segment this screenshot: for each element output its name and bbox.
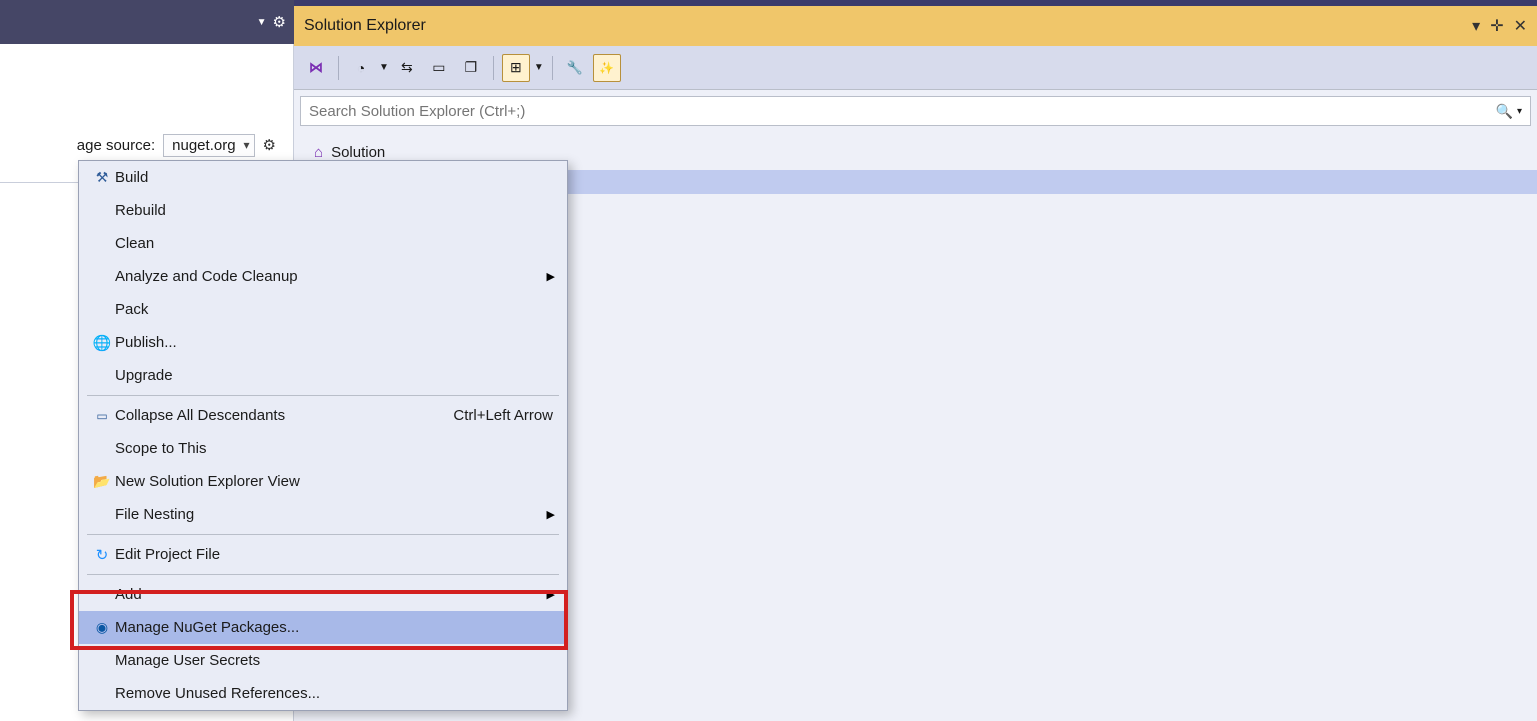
- solution-explorer-search[interactable]: 🔍 ▾: [300, 96, 1531, 126]
- context-menu: Build Rebuild Clean Analyze and Code Cleanu…: [78, 160, 568, 711]
- package-source-select[interactable]: nuget.org: [163, 134, 254, 157]
- search-icon[interactable]: 🔍: [1496, 103, 1513, 120]
- menu-item-label: Edit Project File: [115, 546, 553, 563]
- menu-item-edit-project-file[interactable]: Edit Project File: [79, 538, 567, 571]
- menu-separator: [87, 534, 559, 535]
- menu-item-label: New Solution Explorer View: [115, 473, 553, 490]
- submenu-arrow-icon: ▶: [547, 508, 555, 521]
- history-icon[interactable]: [347, 54, 375, 82]
- preview-icon[interactable]: [593, 54, 621, 82]
- menu-item-label: Add: [115, 586, 553, 603]
- solution-icon: [314, 144, 323, 161]
- toolbar-separator: [493, 56, 494, 80]
- edit-icon: [89, 546, 115, 564]
- package-source-label: age source:: [77, 137, 155, 154]
- pin-icon[interactable]: ✛: [1490, 16, 1503, 36]
- menu-item-label: Collapse All Descendants: [115, 407, 453, 424]
- windows-icon[interactable]: [457, 54, 485, 82]
- folder-new-icon: [89, 473, 115, 490]
- gear-icon[interactable]: [273, 13, 286, 31]
- menu-item-new-solution-explorer-view[interactable]: New Solution Explorer View: [79, 465, 567, 498]
- menu-item-label: Rebuild: [115, 202, 553, 219]
- submenu-arrow-icon: ▶: [547, 270, 555, 283]
- menu-item-analyze-and-code-cleanup[interactable]: Analyze and Code Cleanup▶: [79, 260, 567, 293]
- menu-item-manage-user-secrets[interactable]: Manage User Secrets: [79, 644, 567, 677]
- solution-explorer-toolbar: ▼ ⊞ ▼: [294, 46, 1537, 90]
- tree-root-label: Solution: [331, 144, 385, 161]
- package-source-row: age source: nuget.org: [0, 130, 294, 160]
- menu-item-scope-to-this[interactable]: Scope to This: [79, 432, 567, 465]
- menu-item-pack[interactable]: Pack: [79, 293, 567, 326]
- search-input[interactable]: [309, 103, 1496, 120]
- solution-explorer-title: Solution Explorer: [304, 17, 426, 35]
- menu-item-label: Analyze and Code Cleanup: [115, 268, 553, 285]
- menu-item-label: Pack: [115, 301, 553, 318]
- menu-item-label: Scope to This: [115, 440, 553, 457]
- menu-separator: [87, 395, 559, 396]
- show-all-files-icon[interactable]: ⊞: [502, 54, 530, 82]
- menu-item-upgrade[interactable]: Upgrade: [79, 359, 567, 392]
- toolbar-separator: [338, 56, 339, 80]
- switch-views-icon[interactable]: [393, 54, 421, 82]
- build-icon: [89, 169, 115, 186]
- menu-item-file-nesting[interactable]: File Nesting▶: [79, 498, 567, 531]
- menu-item-clean[interactable]: Clean: [79, 227, 567, 260]
- menu-item-label: Remove Unused References...: [115, 685, 553, 702]
- menu-item-label: Manage User Secrets: [115, 652, 553, 669]
- menu-item-label: Manage NuGet Packages...: [115, 619, 553, 636]
- menu-separator: [87, 574, 559, 575]
- home-icon[interactable]: [302, 54, 330, 82]
- menu-item-manage-nuget-packages[interactable]: Manage NuGet Packages...: [79, 611, 567, 644]
- nuget-icon: [89, 619, 115, 636]
- show-all-dropdown-icon[interactable]: ▼: [534, 62, 544, 73]
- search-dropdown-icon[interactable]: ▾: [1517, 106, 1522, 117]
- menu-item-add[interactable]: Add▶: [79, 578, 567, 611]
- menu-item-collapse-all-descendants[interactable]: Collapse All DescendantsCtrl+Left Arrow: [79, 399, 567, 432]
- left-header-bar: ▼: [0, 0, 294, 44]
- menu-item-label: Build: [115, 169, 553, 186]
- globe-icon: [89, 334, 115, 352]
- window-icon[interactable]: [425, 54, 453, 82]
- menu-item-label: Upgrade: [115, 367, 553, 384]
- menu-item-rebuild[interactable]: Rebuild: [79, 194, 567, 227]
- close-icon[interactable]: ✕: [1514, 16, 1527, 36]
- window-menu-icon[interactable]: ▾: [1472, 16, 1480, 36]
- menu-item-label: Clean: [115, 235, 553, 252]
- menu-item-shortcut: Ctrl+Left Arrow: [453, 407, 553, 424]
- solution-explorer-titlebar: Solution Explorer ▾ ✛ ✕: [294, 6, 1537, 46]
- dropdown-arrow-icon[interactable]: ▼: [257, 17, 267, 28]
- package-source-value: nuget.org: [172, 137, 235, 154]
- menu-item-label: Publish...: [115, 334, 553, 351]
- properties-icon[interactable]: [561, 54, 589, 82]
- package-source-settings-icon[interactable]: [263, 136, 276, 154]
- menu-item-label: File Nesting: [115, 506, 553, 523]
- menu-item-publish[interactable]: Publish...: [79, 326, 567, 359]
- collapse-icon: [89, 409, 115, 423]
- submenu-arrow-icon: ▶: [547, 588, 555, 601]
- history-dropdown-icon[interactable]: ▼: [379, 62, 389, 73]
- toolbar-separator: [552, 56, 553, 80]
- menu-item-build[interactable]: Build: [79, 161, 567, 194]
- menu-item-remove-unused-references[interactable]: Remove Unused References...: [79, 677, 567, 710]
